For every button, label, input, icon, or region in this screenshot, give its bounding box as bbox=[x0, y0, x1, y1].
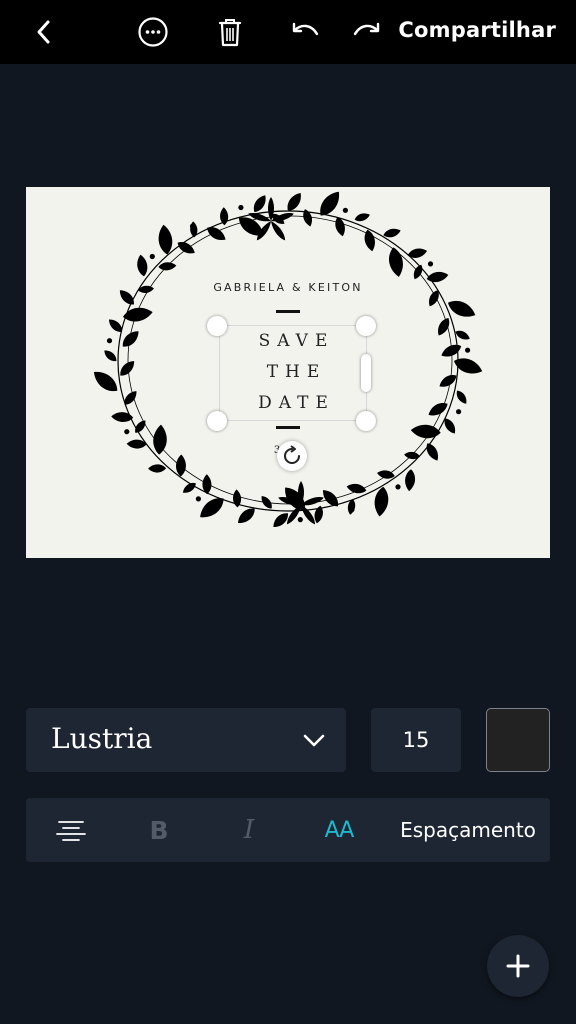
resize-handle-top-right[interactable] bbox=[356, 316, 376, 336]
chevron-down-icon bbox=[303, 734, 325, 747]
share-button[interactable]: Compartilhar bbox=[398, 18, 556, 42]
font-family-value: Lustria bbox=[51, 722, 153, 755]
uppercase-button[interactable]: AA bbox=[314, 798, 364, 862]
resize-handle-top-left[interactable] bbox=[207, 316, 227, 336]
design-canvas[interactable]: GABRIELA & KEITON SAVE THE DATE 30 8 bbox=[26, 187, 550, 558]
font-family-dropdown[interactable]: Lustria bbox=[26, 708, 346, 772]
resize-handle-right[interactable] bbox=[361, 354, 371, 392]
add-element-button[interactable] bbox=[487, 935, 549, 997]
redo-button[interactable] bbox=[346, 12, 386, 52]
selected-text-box[interactable]: SAVE THE DATE bbox=[219, 325, 367, 421]
bold-button[interactable]: B bbox=[136, 798, 182, 862]
italic-button[interactable]: I bbox=[226, 798, 272, 862]
bottom-divider-line bbox=[276, 426, 300, 429]
trash-icon bbox=[218, 19, 242, 47]
align-center-icon bbox=[56, 821, 86, 841]
undo-icon bbox=[292, 22, 319, 36]
top-divider-line bbox=[276, 310, 300, 313]
plus-icon bbox=[506, 954, 530, 978]
top-toolbar: Compartilhar bbox=[0, 0, 576, 64]
text-format-bar: B I AA Espaçamento bbox=[26, 798, 550, 862]
more-horizontal-icon bbox=[138, 17, 168, 47]
redo-icon bbox=[353, 22, 380, 36]
text-align-button[interactable] bbox=[46, 798, 96, 862]
couple-names-text[interactable]: GABRIELA & KEITON bbox=[26, 281, 550, 294]
save-text-line-3: DATE bbox=[258, 393, 335, 413]
delete-button[interactable] bbox=[210, 12, 250, 52]
rotate-icon bbox=[284, 445, 300, 464]
undo-button[interactable] bbox=[286, 12, 326, 52]
spacing-button[interactable]: Espaçamento bbox=[394, 798, 542, 862]
text-color-swatch[interactable] bbox=[486, 708, 550, 772]
chevron-left-icon bbox=[37, 20, 50, 44]
rotate-handle[interactable] bbox=[277, 441, 307, 471]
back-button[interactable] bbox=[24, 12, 64, 52]
save-text-line-2: THE bbox=[266, 362, 327, 382]
resize-handle-bottom-right[interactable] bbox=[356, 411, 376, 431]
font-size-field[interactable]: 15 bbox=[371, 708, 461, 772]
more-options-button[interactable] bbox=[133, 12, 173, 52]
save-text-line-1: SAVE bbox=[258, 331, 335, 351]
resize-handle-bottom-left[interactable] bbox=[207, 411, 227, 431]
